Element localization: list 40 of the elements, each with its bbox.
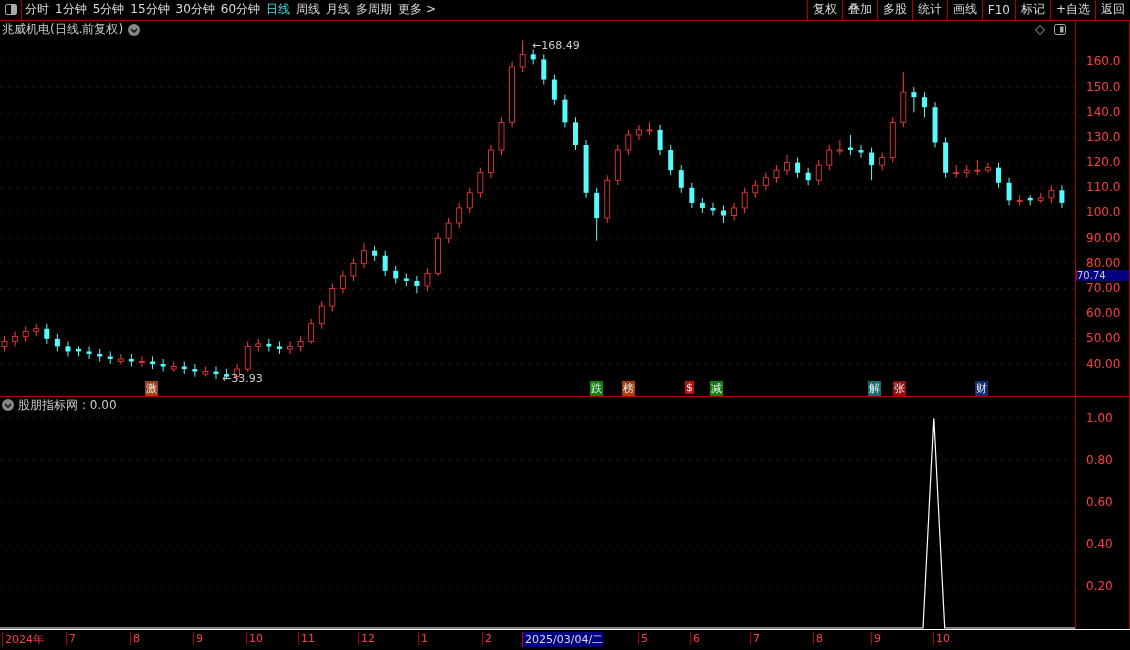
date-label: 10: [246, 632, 263, 646]
price-tick: 70.00: [1086, 281, 1121, 295]
date-label: 9: [871, 632, 881, 646]
low-price-label: ←33.93: [222, 371, 263, 385]
date-label: 12: [358, 632, 375, 646]
date-label: 6: [690, 632, 700, 646]
indicator-tick: 0.60: [1086, 495, 1113, 510]
indicator-tick: 0.80: [1086, 453, 1113, 468]
date-label: 2: [482, 632, 492, 646]
price-tick: 40.00: [1086, 356, 1121, 371]
date-label: 2024年: [2, 632, 44, 648]
indicator-tick: 0.40: [1086, 537, 1113, 552]
date-label: 9: [193, 632, 203, 646]
price-tick: 90.00: [1086, 230, 1121, 245]
date-label: 7: [66, 632, 76, 646]
date-label: 7: [750, 632, 760, 646]
price-tick: 50.00: [1086, 331, 1121, 346]
indicator-name: 股朋指标网: [18, 396, 78, 414]
price-tick: 60.00: [1086, 306, 1121, 321]
high-price-label: ←168.49: [532, 38, 580, 52]
date-label: 1: [418, 632, 428, 646]
price-tick: 150.0: [1086, 79, 1121, 94]
indicator-value: : 0.00: [82, 398, 117, 413]
price-tick: 110.0: [1086, 180, 1121, 195]
date-label: 11: [298, 632, 315, 646]
indicator-tick: 1.00: [1086, 411, 1113, 426]
price-tick: 100.0: [1086, 205, 1121, 220]
price-tick: 140.0: [1086, 104, 1121, 119]
date-label: 5: [638, 632, 648, 646]
chart-title: 兆威机电(日线.前复权): [2, 21, 124, 39]
current-price-tag: 70.74: [1076, 269, 1130, 281]
price-tick: 130.0: [1086, 129, 1121, 144]
date-label: 10: [933, 632, 950, 646]
indicator-tick: 0.20: [1086, 579, 1113, 594]
date-label: 8: [813, 632, 823, 646]
price-tick: 80.00: [1086, 255, 1121, 270]
price-tick: 120.0: [1086, 155, 1121, 170]
date-label: 2025/03/04/二: [522, 632, 604, 648]
price-tick: 160.0: [1086, 54, 1121, 69]
date-label: 8: [130, 632, 140, 646]
